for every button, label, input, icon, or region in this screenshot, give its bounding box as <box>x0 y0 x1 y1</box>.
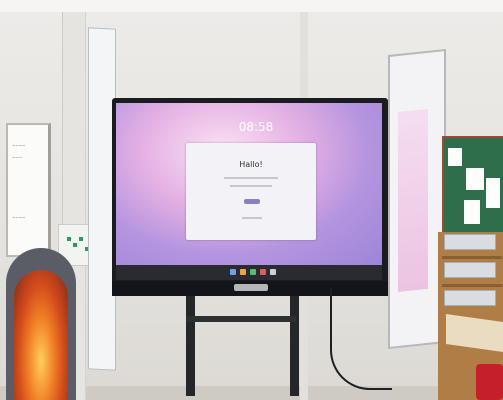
login-dialog[interactable]: Hallo! <box>186 143 316 240</box>
dialog-button[interactable] <box>244 199 260 204</box>
brand-logo <box>234 284 268 291</box>
dialog-text-line <box>230 185 272 187</box>
storage-bin <box>444 262 496 278</box>
stand-leg <box>186 296 195 396</box>
app-icon[interactable] <box>250 269 256 275</box>
app-icon[interactable] <box>240 269 246 275</box>
stand-leg <box>290 296 299 396</box>
pinned-note <box>448 148 462 166</box>
app-icon[interactable] <box>230 269 236 275</box>
screen-reflection <box>398 108 428 292</box>
red-chair <box>476 364 503 400</box>
dialog-title: Hallo! <box>239 160 263 169</box>
shelf-row <box>442 256 502 259</box>
pinned-note <box>464 200 480 224</box>
storage-bin <box>444 290 496 306</box>
pinned-note <box>466 168 484 190</box>
power-cable <box>330 288 392 390</box>
pinned-note <box>486 178 500 208</box>
shelf-row <box>442 284 502 287</box>
stand-crossbar <box>186 316 296 322</box>
fire-painting <box>14 270 68 400</box>
storage-bin <box>444 234 496 250</box>
app-icon[interactable] <box>260 269 266 275</box>
clock-display: 08:58 <box>238 120 274 134</box>
app-icon[interactable] <box>270 269 276 275</box>
dialog-text-line <box>224 177 278 179</box>
left-whiteboard: ~~~~ ~~~ ~~~~ <box>6 123 51 257</box>
dialog-text-line <box>242 217 262 219</box>
taskbar <box>116 265 382 280</box>
noticeboard <box>442 136 503 236</box>
